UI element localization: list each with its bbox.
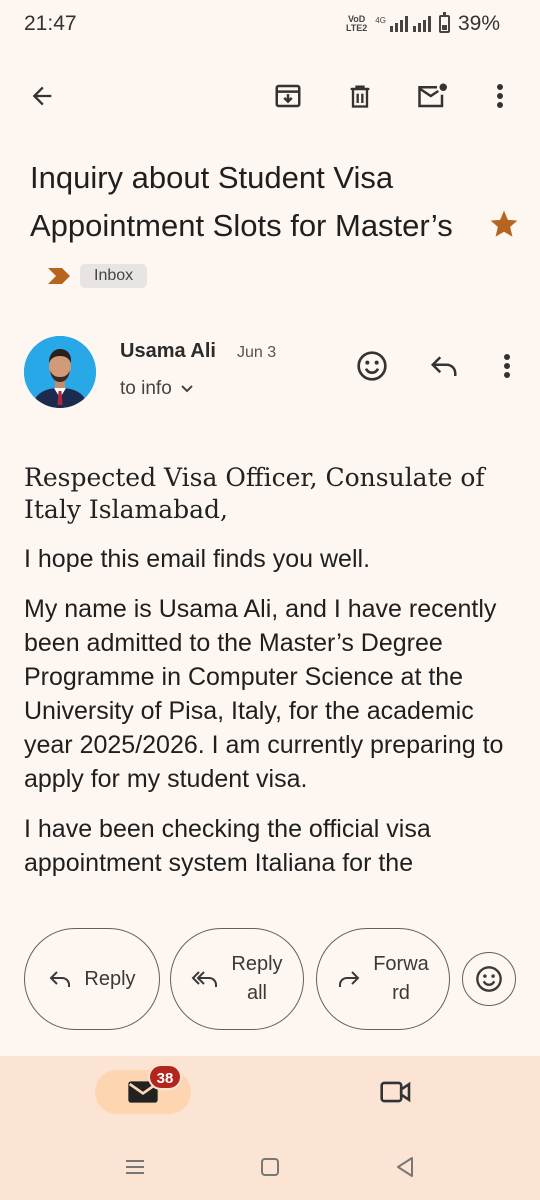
reply-all-icon [192,971,218,987]
reply-icon-button[interactable] [424,346,464,386]
archive-button[interactable] [268,76,308,116]
chevron-down-icon [181,385,193,393]
reply-label: Reply [84,967,136,990]
trash-icon [350,85,370,108]
reply-icon [50,971,71,987]
battery-percent: 39% [457,12,500,35]
back-nav-button[interactable] [390,1152,420,1182]
mark-unread-icon [418,83,447,108]
more-vert-icon [504,354,510,378]
important-marker-icon[interactable] [46,252,72,300]
forward-label: Forwa rd [373,953,429,1004]
more-options-button[interactable] [482,76,518,116]
forward-icon [339,971,360,987]
recents-button[interactable] [120,1152,150,1182]
volte-icon: VoD LTE2 [345,14,368,33]
sender-avatar[interactable] [24,336,96,408]
back-button[interactable] [22,76,62,116]
email-greeting: Respected Visa Officer, Consulate of Ita… [24,463,485,524]
email-paragraph: I hope this email finds you well. [24,545,371,573]
mark-unread-button[interactable] [412,76,452,116]
avatar-photo [24,336,96,408]
recipient-details[interactable]: to info [120,378,194,400]
archive-icon [275,84,301,108]
email-body: Respected Visa Officer, Consulate of Ita… [24,462,520,904]
star-button[interactable] [486,206,522,242]
reply-icon [430,356,457,376]
arrow-back-icon [32,86,52,106]
menu-icon [126,1160,144,1174]
reply-all-label: Reply all [231,953,283,1004]
email-paragraph: My name is Usama Ali, and I have recentl… [24,595,504,793]
emoji-icon [357,351,387,381]
react-emoji-button[interactable] [352,346,392,386]
subject-text: Inquiry about Student Visa Appointment S… [30,160,453,243]
battery-icon [438,12,450,33]
inbox-label-chip[interactable]: Inbox [80,263,148,288]
network-type: 4G [375,16,386,25]
unread-count-badge: 38 [148,1064,182,1090]
message-more-button[interactable] [490,346,524,386]
system-navigation-bar [0,1152,540,1182]
forward-button[interactable]: Forwa rd [316,928,450,1030]
signal-icon: 4G [375,16,431,32]
more-vert-icon [497,84,503,108]
email-paragraph: I have been checking the official visa a… [24,815,431,877]
home-button[interactable] [255,1152,285,1182]
sender-date: Jun 3 [237,344,277,361]
add-reaction-button[interactable] [462,952,516,1006]
meet-tab[interactable] [374,1074,418,1110]
delete-button[interactable] [340,76,380,116]
video-icon [380,1081,411,1103]
status-time: 21:47 [24,12,77,35]
recipient-text: to info [120,378,172,399]
sender-name[interactable]: Usama Ali [120,340,216,363]
star-icon [490,210,518,237]
email-subject: Inquiry about Student Visa Appointment S… [30,154,470,300]
reply-button[interactable]: Reply [24,928,160,1030]
status-icons: VoD LTE2 4G 39% [346,12,500,36]
reply-all-button[interactable]: Reply all [170,928,304,1030]
emoji-icon [476,966,502,992]
bottom-navigation: 38 [0,1056,540,1200]
home-icon [261,1158,279,1176]
back-triangle-icon [397,1157,413,1177]
